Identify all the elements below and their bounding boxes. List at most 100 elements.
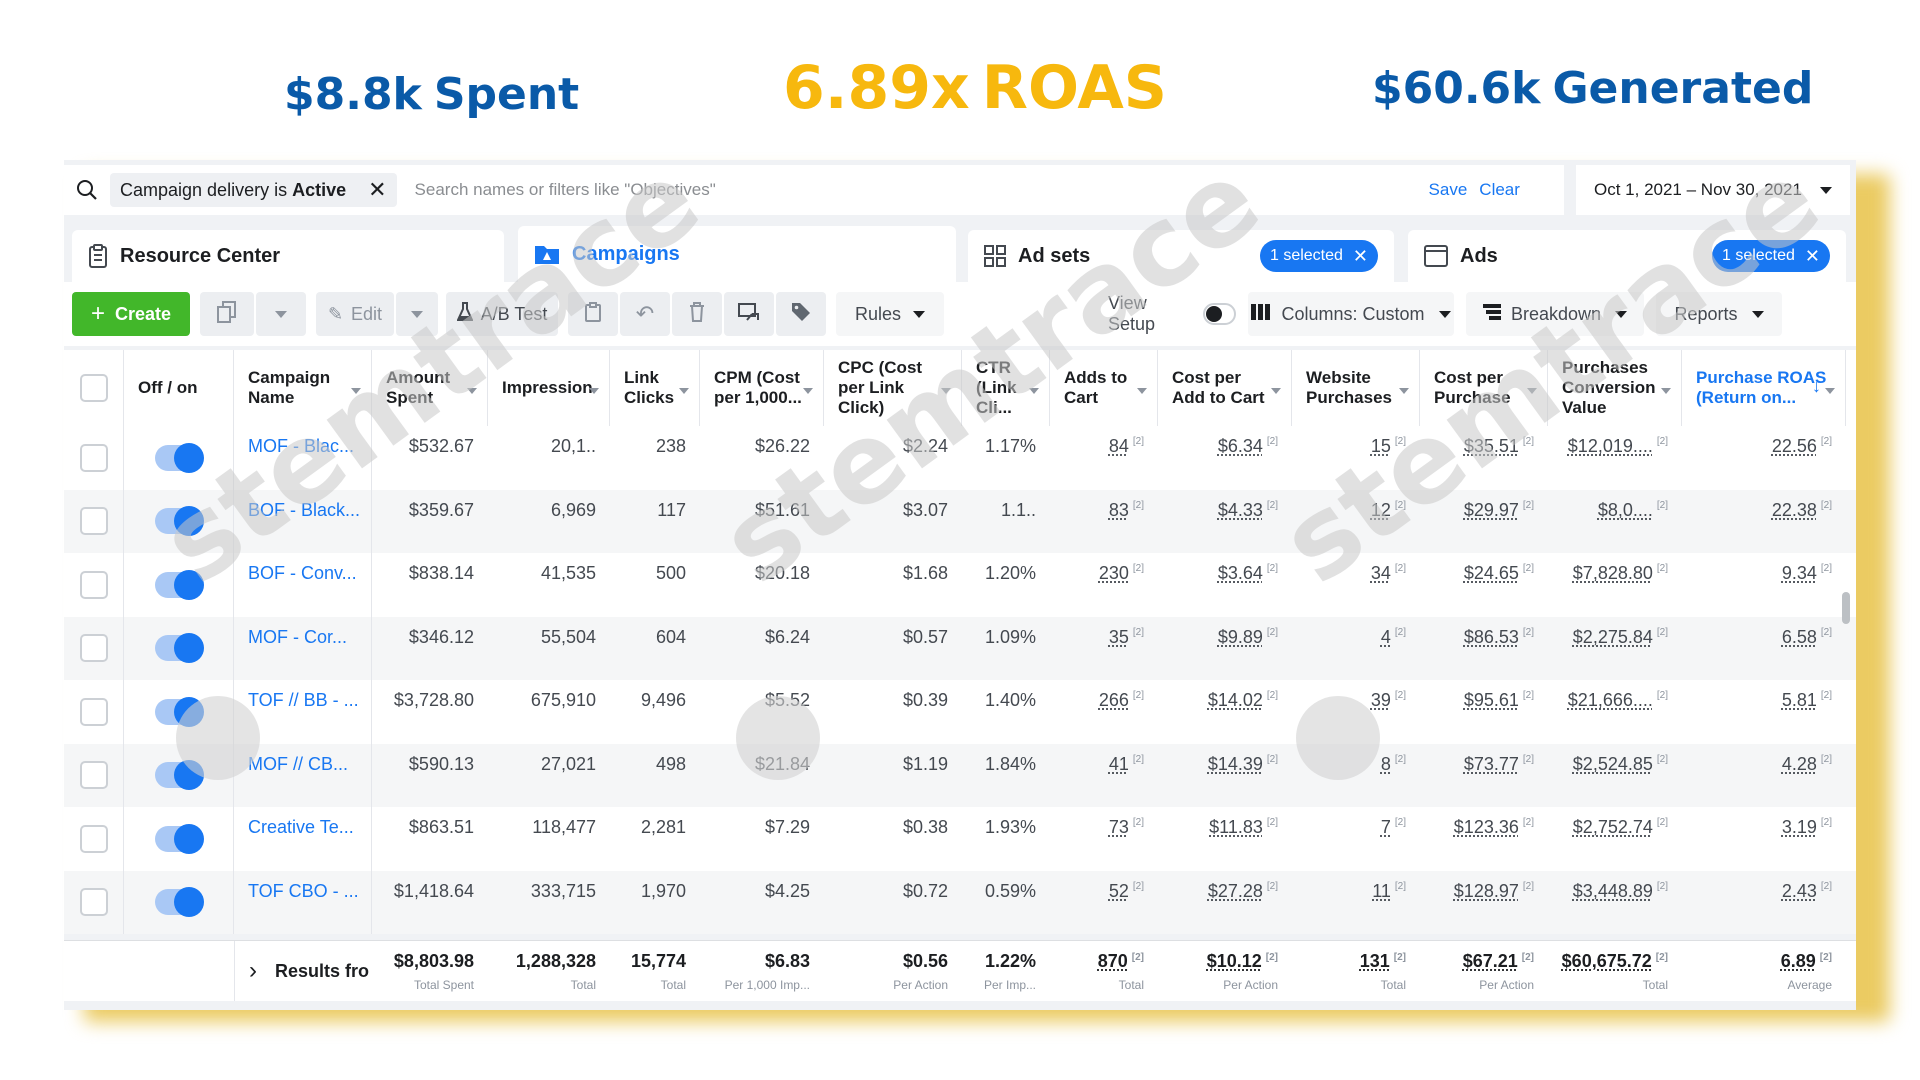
cell-check[interactable] [64,870,124,934]
value-cpp[interactable]: $24.65 [1464,563,1519,584]
chevron-down-icon[interactable] [1825,388,1835,394]
value-atc[interactable]: 266 [1099,690,1129,711]
header-impr[interactable]: Impression [488,350,610,426]
cell-check[interactable] [64,426,124,490]
value-atc[interactable]: 73 [1109,817,1129,838]
value-roas[interactable]: 9.34 [1782,563,1817,584]
value-roas[interactable]: 22.56 [1772,436,1817,457]
row-checkbox[interactable] [79,888,108,917]
value-roas[interactable]: 3.19 [1782,817,1817,838]
chevron-down-icon[interactable] [351,388,361,394]
reports-button[interactable]: Reports [1656,292,1782,336]
value-wp[interactable]: 7 [1381,817,1391,838]
total-roas-value[interactable]: 6.89 [1781,951,1816,971]
value-wp[interactable]: 34 [1371,563,1391,584]
value-cpatc[interactable]: $11.83 [1209,817,1263,838]
header-cpp[interactable]: Cost per Purchase [1420,350,1548,426]
header-atc[interactable]: Adds to Cart [1050,350,1158,426]
value-atc[interactable]: 35 [1109,627,1129,648]
cell-name[interactable]: BOF - Conv... [234,553,372,617]
close-icon[interactable]: ✕ [1805,246,1820,267]
cell-check[interactable] [64,743,124,807]
value-pcv[interactable]: $12,019.... [1568,436,1653,457]
cell-check[interactable] [64,489,124,553]
value-cpp[interactable]: $35.51 [1464,436,1519,457]
delivery-toggle[interactable] [154,696,204,727]
cell-toggle[interactable] [124,616,234,680]
duplicate-dropdown-button[interactable] [256,292,306,336]
value-cpp[interactable]: $29.97 [1464,500,1519,521]
value-pcv[interactable]: $7,828.80 [1573,563,1653,584]
cell-check[interactable] [64,680,124,744]
view-setup-switch[interactable] [1202,303,1236,325]
edit-button[interactable]: ✎ Edit [316,292,394,336]
value-cpatc[interactable]: $4.33 [1218,500,1263,521]
header-cpc[interactable]: CPC (Cost per Link Click) [824,350,962,426]
cell-name[interactable]: TOF // BB - ... [234,680,372,744]
value-wp[interactable]: 11 [1372,881,1391,902]
header-clicks[interactable]: Link Clicks [610,350,700,426]
tab-resource-center[interactable]: Resource Center [72,230,504,282]
delivery-toggle[interactable] [154,633,204,664]
value-atc[interactable]: 83 [1109,500,1129,521]
header-cpatc[interactable]: Cost per Add to Cart [1158,350,1292,426]
value-pcv[interactable]: $2,275.84 [1573,627,1653,648]
chevron-down-icon[interactable] [467,388,477,394]
delivery-toggle[interactable] [154,442,204,473]
value-wp[interactable]: 8 [1381,754,1391,775]
vertical-scrollbar[interactable] [1842,592,1850,624]
row-checkbox[interactable] [79,570,108,599]
view-setup-toggle[interactable]: View Setup [1108,292,1236,336]
header-roas[interactable]: Purchase ROAS (Return on... ↓ [1682,350,1846,426]
cell-check[interactable] [64,807,124,871]
undo-button[interactable]: ↶ [620,292,670,336]
row-checkbox[interactable] [79,697,108,726]
select-all-checkbox[interactable] [79,374,108,402]
value-roas[interactable]: 2.43 [1782,881,1817,902]
ab-test-button[interactable]: A/B Test [446,292,558,336]
duplicate-button[interactable] [200,292,254,336]
header-pcv[interactable]: Purchases Conversion Value [1548,350,1682,426]
clear-filter-button[interactable]: Clear [1479,180,1520,200]
cell-toggle[interactable] [124,489,234,553]
header-toggle[interactable]: Off / on [124,350,234,426]
breakdown-button[interactable]: Breakdown [1466,292,1644,336]
chevron-down-icon[interactable] [1399,388,1409,394]
export-button[interactable] [724,292,774,336]
value-cpatc[interactable]: $3.64 [1218,563,1263,584]
delivery-toggle[interactable] [154,887,204,918]
total-wp-value[interactable]: 131 [1360,951,1390,971]
chevron-down-icon[interactable] [1527,388,1537,394]
delivery-toggle[interactable] [154,823,204,854]
cell-name[interactable]: MOF // CB... [234,743,372,807]
value-atc[interactable]: 84 [1109,436,1129,457]
cell-toggle[interactable] [124,807,234,871]
search-icon[interactable] [64,165,110,215]
value-atc[interactable]: 52 [1109,881,1129,902]
value-cpp[interactable]: $123.36 [1454,817,1519,838]
cell-name[interactable]: BOF - Black... [234,489,372,553]
value-pcv[interactable]: $2,524.85 [1573,754,1653,775]
row-checkbox[interactable] [79,761,108,790]
total-atc-value[interactable]: 870 [1098,951,1128,971]
total-cpatc-value[interactable]: $10.12 [1207,951,1262,971]
row-checkbox[interactable] [79,634,108,663]
header-wp[interactable]: Website Purchases [1292,350,1420,426]
value-pcv[interactable]: $21,666.... [1568,690,1653,711]
tag-button[interactable] [776,292,826,336]
cell-name[interactable]: Creative Te... [234,807,372,871]
cell-toggle[interactable] [124,743,234,807]
chevron-down-icon[interactable] [803,388,813,394]
cell-check[interactable] [64,616,124,680]
value-wp[interactable]: 15 [1371,436,1391,457]
filter-chip[interactable]: Campaign delivery is Active ✕ [110,173,397,207]
value-roas[interactable]: 4.28 [1782,754,1817,775]
cell-name[interactable]: MOF - Cor... [234,616,372,680]
cell-toggle[interactable] [124,870,234,934]
ads-selected-badge[interactable]: 1 selected ✕ [1711,240,1830,272]
value-pcv[interactable]: $3,448.89 [1573,881,1653,902]
header-ctr[interactable]: CTR (Link Cli... [962,350,1050,426]
cell-check[interactable] [64,553,124,617]
row-checkbox[interactable] [79,443,108,472]
delete-button[interactable] [672,292,722,336]
